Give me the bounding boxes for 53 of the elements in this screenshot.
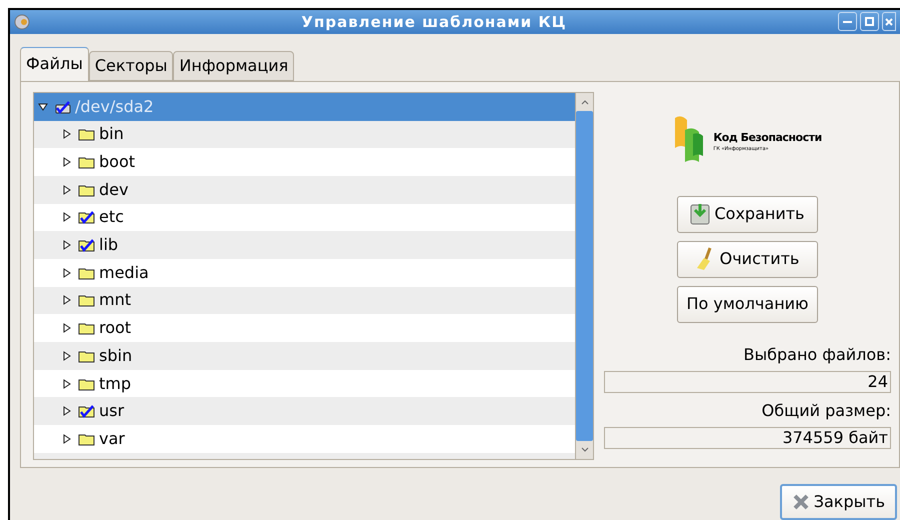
expanded-arrow-icon[interactable] — [38, 102, 48, 112]
save-icon — [690, 203, 710, 226]
close-button[interactable] — [882, 12, 896, 32]
tree-label: tmp — [99, 372, 132, 395]
clear-button[interactable]: Очистить — [677, 240, 818, 278]
collapsed-arrow-icon[interactable] — [62, 240, 72, 250]
stat-label: Выбрано файлов: — [744, 344, 891, 366]
logo-name: Код Безопасности — [713, 130, 822, 146]
tree-label: root — [99, 317, 132, 340]
minimize-button[interactable] — [838, 12, 857, 32]
tree-row[interactable]: media — [34, 258, 575, 287]
collapsed-arrow-icon[interactable] — [62, 406, 72, 416]
tree-row[interactable]: etc — [34, 204, 575, 232]
tree-row[interactable]: tmp — [34, 370, 575, 398]
close-dialog-button[interactable]: Закрыть — [780, 484, 897, 520]
tree-row[interactable]: mnt — [34, 286, 575, 314]
tree-label: /dev/sda2 — [75, 96, 154, 118]
globe-icon — [14, 14, 30, 30]
tree-row[interactable]: var — [34, 425, 575, 453]
close-icon — [792, 493, 810, 511]
tree-row[interactable]: root — [34, 314, 575, 342]
stat-value: 374559 байт — [604, 426, 891, 449]
tree-label: bin — [99, 123, 124, 146]
close-icon — [885, 18, 893, 26]
tree-row[interactable]: boot — [34, 148, 575, 176]
tree-label: etc — [99, 206, 124, 228]
collapsed-arrow-icon[interactable] — [62, 157, 72, 168]
tree-label: sbin — [99, 344, 132, 367]
tree-label: usr — [99, 400, 124, 422]
save-button[interactable]: Сохранить — [677, 196, 818, 233]
collapsed-arrow-icon[interactable] — [62, 212, 72, 222]
collapsed-arrow-icon[interactable] — [62, 378, 72, 389]
collapsed-arrow-icon[interactable] — [62, 434, 72, 444]
maximize-button[interactable] — [860, 12, 879, 32]
tab[interactable]: Файлы — [20, 46, 89, 81]
stat-label: Общий размер: — [762, 400, 891, 422]
collapsed-arrow-icon[interactable] — [62, 129, 72, 140]
collapsed-arrow-icon[interactable] — [62, 184, 72, 195]
collapsed-arrow-icon[interactable] — [62, 295, 72, 306]
tab[interactable]: Информация — [173, 50, 294, 81]
tree-label: boot — [99, 151, 136, 174]
default-button[interactable]: По умолчанию — [677, 286, 818, 323]
tree-label: dev — [99, 178, 128, 201]
tree-label: var — [99, 428, 125, 450]
tree-label: lib — [99, 234, 118, 256]
collapsed-arrow-icon[interactable] — [62, 350, 72, 361]
window-title: Управление шаблонами КЦ — [300, 12, 568, 33]
stat-value: 24 — [604, 370, 891, 393]
tree-label: mnt — [99, 289, 131, 312]
tree-label: media — [99, 262, 149, 284]
collapsed-arrow-icon[interactable] — [62, 323, 72, 334]
tab[interactable]: Секторы — [88, 50, 174, 81]
collapsed-arrow-icon[interactable] — [62, 268, 72, 278]
